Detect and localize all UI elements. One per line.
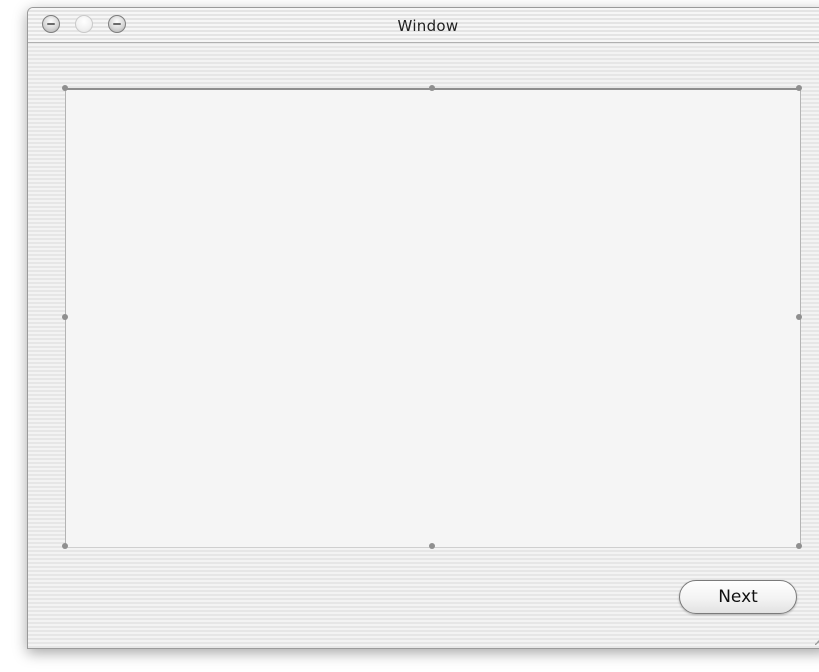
window: Window Next [27,7,819,649]
window-title: Window [397,17,459,35]
next-button[interactable]: Next [679,580,797,614]
resize-handle-middle-left[interactable] [62,314,68,320]
selected-content-view[interactable] [65,88,801,548]
resize-handle-middle-right[interactable] [796,314,802,320]
resize-handle-bottom-right[interactable] [796,543,802,549]
title-bar[interactable]: Window [28,8,819,43]
resize-handle-top-right[interactable] [796,85,802,91]
resize-handle-bottom-left[interactable] [62,543,68,549]
resize-grip-icon[interactable] [815,635,819,645]
resize-handle-top-left[interactable] [62,85,68,91]
resize-handle-top-center[interactable] [429,85,435,91]
resize-handle-bottom-center[interactable] [429,543,435,549]
